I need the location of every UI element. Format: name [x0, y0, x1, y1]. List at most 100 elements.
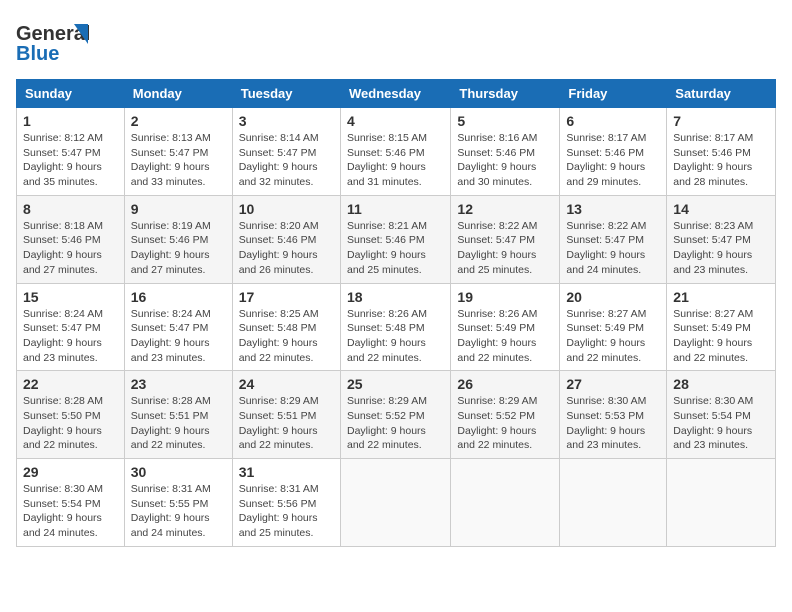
day-number: 18 [347, 289, 444, 305]
day-number: 29 [23, 464, 118, 480]
day-info: Sunrise: 8:31 AMSunset: 5:55 PMDaylight:… [131, 482, 226, 541]
logo-svg: General Blue [16, 16, 96, 66]
calendar-cell: 13 Sunrise: 8:22 AMSunset: 5:47 PMDayligh… [560, 195, 667, 283]
calendar-cell [560, 459, 667, 547]
day-info: Sunrise: 8:18 AMSunset: 5:46 PMDaylight:… [23, 219, 118, 278]
calendar-cell: 10 Sunrise: 8:20 AMSunset: 5:46 PMDayligh… [232, 195, 340, 283]
calendar-cell: 16 Sunrise: 8:24 AMSunset: 5:47 PMDayligh… [124, 283, 232, 371]
day-number: 21 [673, 289, 769, 305]
day-info: Sunrise: 8:27 AMSunset: 5:49 PMDaylight:… [673, 307, 769, 366]
calendar-cell [340, 459, 450, 547]
day-number: 1 [23, 113, 118, 129]
header-thursday: Thursday [451, 80, 560, 108]
day-number: 13 [566, 201, 660, 217]
calendar-cell [667, 459, 776, 547]
calendar-cell: 2Sunrise: 8:13 AMSunset: 5:47 PMDaylight… [124, 108, 232, 196]
calendar-cell: 11 Sunrise: 8:21 AMSunset: 5:46 PMDayligh… [340, 195, 450, 283]
day-info: Sunrise: 8:14 AMSunset: 5:47 PMDaylight:… [239, 131, 334, 190]
day-info: Sunrise: 8:20 AMSunset: 5:46 PMDaylight:… [239, 219, 334, 278]
header-saturday: Saturday [667, 80, 776, 108]
calendar-cell: 23 Sunrise: 8:28 AMSunset: 5:51 PMDayligh… [124, 371, 232, 459]
day-number: 11 [347, 201, 444, 217]
day-info: Sunrise: 8:22 AMSunset: 5:47 PMDaylight:… [457, 219, 553, 278]
day-info: Sunrise: 8:26 AMSunset: 5:49 PMDaylight:… [457, 307, 553, 366]
day-info: Sunrise: 8:17 AMSunset: 5:46 PMDaylight:… [566, 131, 660, 190]
day-info: Sunrise: 8:29 AMSunset: 5:52 PMDaylight:… [457, 394, 553, 453]
header-tuesday: Tuesday [232, 80, 340, 108]
day-number: 28 [673, 376, 769, 392]
day-info: Sunrise: 8:26 AMSunset: 5:48 PMDaylight:… [347, 307, 444, 366]
calendar-cell: 4 Sunrise: 8:15 AMSunset: 5:46 PMDaylight… [340, 108, 450, 196]
day-info: Sunrise: 8:27 AMSunset: 5:49 PMDaylight:… [566, 307, 660, 366]
day-number: 27 [566, 376, 660, 392]
week-row-3: 15 Sunrise: 8:24 AMSunset: 5:47 PMDayligh… [17, 283, 776, 371]
logo: General Blue [16, 16, 96, 71]
calendar-table: SundayMondayTuesdayWednesdayThursdayFrid… [16, 79, 776, 547]
calendar-cell: 26Sunrise: 8:29 AMSunset: 5:52 PMDayligh… [451, 371, 560, 459]
day-info: Sunrise: 8:22 AMSunset: 5:47 PMDaylight:… [566, 219, 660, 278]
day-info: Sunrise: 8:30 AMSunset: 5:54 PMDaylight:… [673, 394, 769, 453]
day-info: Sunrise: 8:31 AMSunset: 5:56 PMDaylight:… [239, 482, 334, 541]
calendar-cell: 3 Sunrise: 8:14 AMSunset: 5:47 PMDaylight… [232, 108, 340, 196]
calendar-cell: 27 Sunrise: 8:30 AMSunset: 5:53 PMDayligh… [560, 371, 667, 459]
week-row-2: 8 Sunrise: 8:18 AMSunset: 5:46 PMDaylight… [17, 195, 776, 283]
day-number: 4 [347, 113, 444, 129]
day-number: 25 [347, 376, 444, 392]
calendar-cell: 25Sunrise: 8:29 AMSunset: 5:52 PMDayligh… [340, 371, 450, 459]
calendar-cell: 12 Sunrise: 8:22 AMSunset: 5:47 PMDayligh… [451, 195, 560, 283]
calendar-cell [451, 459, 560, 547]
day-info: Sunrise: 8:15 AMSunset: 5:46 PMDaylight:… [347, 131, 444, 190]
day-number: 2 [131, 113, 226, 129]
calendar-cell: 8 Sunrise: 8:18 AMSunset: 5:46 PMDaylight… [17, 195, 125, 283]
week-row-4: 22Sunrise: 8:28 AMSunset: 5:50 PMDayligh… [17, 371, 776, 459]
day-number: 15 [23, 289, 118, 305]
calendar-cell: 22Sunrise: 8:28 AMSunset: 5:50 PMDayligh… [17, 371, 125, 459]
calendar-cell: 6Sunrise: 8:17 AMSunset: 5:46 PMDaylight… [560, 108, 667, 196]
week-row-1: 1 Sunrise: 8:12 AMSunset: 5:47 PMDaylight… [17, 108, 776, 196]
header-friday: Friday [560, 80, 667, 108]
day-info: Sunrise: 8:16 AMSunset: 5:46 PMDaylight:… [457, 131, 553, 190]
day-info: Sunrise: 8:24 AMSunset: 5:47 PMDaylight:… [23, 307, 118, 366]
day-info: Sunrise: 8:23 AMSunset: 5:47 PMDaylight:… [673, 219, 769, 278]
day-info: Sunrise: 8:19 AMSunset: 5:46 PMDaylight:… [131, 219, 226, 278]
calendar-cell: 21 Sunrise: 8:27 AMSunset: 5:49 PMDayligh… [667, 283, 776, 371]
day-number: 14 [673, 201, 769, 217]
day-number: 8 [23, 201, 118, 217]
calendar-cell: 14 Sunrise: 8:23 AMSunset: 5:47 PMDayligh… [667, 195, 776, 283]
calendar-cell: 7 Sunrise: 8:17 AMSunset: 5:46 PMDaylight… [667, 108, 776, 196]
header-sunday: Sunday [17, 80, 125, 108]
day-number: 16 [131, 289, 226, 305]
day-info: Sunrise: 8:21 AMSunset: 5:46 PMDaylight:… [347, 219, 444, 278]
day-info: Sunrise: 8:25 AMSunset: 5:48 PMDaylight:… [239, 307, 334, 366]
day-number: 10 [239, 201, 334, 217]
page-header: General Blue [16, 16, 776, 71]
day-info: Sunrise: 8:24 AMSunset: 5:47 PMDaylight:… [131, 307, 226, 366]
header-monday: Monday [124, 80, 232, 108]
day-number: 9 [131, 201, 226, 217]
calendar-cell: 30 Sunrise: 8:31 AMSunset: 5:55 PMDayligh… [124, 459, 232, 547]
calendar-cell: 5 Sunrise: 8:16 AMSunset: 5:46 PMDaylight… [451, 108, 560, 196]
calendar-cell: 24Sunrise: 8:29 AMSunset: 5:51 PMDayligh… [232, 371, 340, 459]
day-info: Sunrise: 8:12 AMSunset: 5:47 PMDaylight:… [23, 131, 118, 190]
day-info: Sunrise: 8:30 AMSunset: 5:53 PMDaylight:… [566, 394, 660, 453]
day-number: 19 [457, 289, 553, 305]
day-info: Sunrise: 8:17 AMSunset: 5:46 PMDaylight:… [673, 131, 769, 190]
calendar-cell: 9 Sunrise: 8:19 AMSunset: 5:46 PMDaylight… [124, 195, 232, 283]
day-number: 5 [457, 113, 553, 129]
day-number: 12 [457, 201, 553, 217]
calendar-cell: 29 Sunrise: 8:30 AMSunset: 5:54 PMDayligh… [17, 459, 125, 547]
svg-text:Blue: Blue [16, 43, 59, 65]
calendar-cell: 18 Sunrise: 8:26 AMSunset: 5:48 PMDayligh… [340, 283, 450, 371]
week-row-5: 29 Sunrise: 8:30 AMSunset: 5:54 PMDayligh… [17, 459, 776, 547]
day-number: 17 [239, 289, 334, 305]
day-number: 23 [131, 376, 226, 392]
calendar-cell: 19 Sunrise: 8:26 AMSunset: 5:49 PMDayligh… [451, 283, 560, 371]
day-number: 7 [673, 113, 769, 129]
calendar-cell: 20 Sunrise: 8:27 AMSunset: 5:49 PMDayligh… [560, 283, 667, 371]
day-info: Sunrise: 8:30 AMSunset: 5:54 PMDaylight:… [23, 482, 118, 541]
calendar-cell: 31Sunrise: 8:31 AMSunset: 5:56 PMDayligh… [232, 459, 340, 547]
day-info: Sunrise: 8:28 AMSunset: 5:51 PMDaylight:… [131, 394, 226, 453]
day-number: 20 [566, 289, 660, 305]
day-number: 30 [131, 464, 226, 480]
day-number: 3 [239, 113, 334, 129]
